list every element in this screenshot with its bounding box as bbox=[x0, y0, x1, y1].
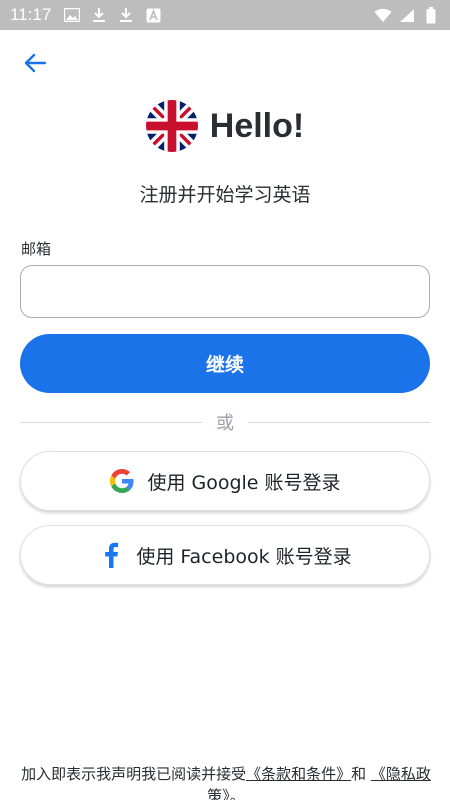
legal-suffix: 。 bbox=[229, 787, 245, 800]
legal-prefix: 加入即表示我声明我已阅读并接受 bbox=[21, 765, 247, 783]
continue-button[interactable]: 继续 bbox=[20, 334, 430, 393]
battery-icon bbox=[422, 6, 440, 24]
status-icons-left bbox=[63, 6, 162, 24]
hero: Hello! bbox=[0, 98, 450, 154]
download-icon bbox=[117, 6, 135, 24]
divider-text: 或 bbox=[216, 413, 234, 434]
uk-flag-icon bbox=[145, 100, 198, 152]
divider-line bbox=[20, 421, 202, 423]
wifi-icon bbox=[374, 6, 392, 24]
facebook-icon bbox=[98, 542, 124, 568]
terms-link[interactable]: 《条款和条件》 bbox=[246, 765, 351, 783]
image-icon bbox=[63, 6, 81, 24]
status-bar: 11:17 bbox=[0, 0, 450, 30]
divider-line bbox=[248, 421, 430, 423]
facebook-login-button[interactable]: 使用 Facebook 账号登录 bbox=[20, 525, 430, 585]
legal-and: 和 bbox=[351, 765, 367, 783]
email-field[interactable] bbox=[20, 265, 430, 318]
or-divider: 或 bbox=[20, 410, 430, 434]
google-icon bbox=[109, 468, 135, 494]
facebook-login-label: 使用 Facebook 账号登录 bbox=[136, 545, 352, 568]
download-icon bbox=[90, 6, 108, 24]
legal-text: 加入即表示我声明我已阅读并接受《条款和条件》和 《隐私政策》。 bbox=[20, 763, 432, 800]
arrow-left-icon bbox=[23, 53, 47, 77]
subtitle: 注册并开始学习英语 bbox=[139, 184, 311, 206]
google-login-label: 使用 Google 账号登录 bbox=[147, 471, 341, 494]
back-button[interactable] bbox=[18, 50, 52, 80]
a-box-icon bbox=[144, 6, 162, 24]
hello-title: Hello! bbox=[209, 106, 305, 145]
status-time: 11:17 bbox=[10, 5, 52, 24]
email-label: 邮箱 bbox=[21, 240, 52, 258]
google-login-button[interactable]: 使用 Google 账号登录 bbox=[20, 451, 430, 511]
signal-icon bbox=[398, 6, 416, 24]
status-icons-right bbox=[374, 6, 440, 24]
